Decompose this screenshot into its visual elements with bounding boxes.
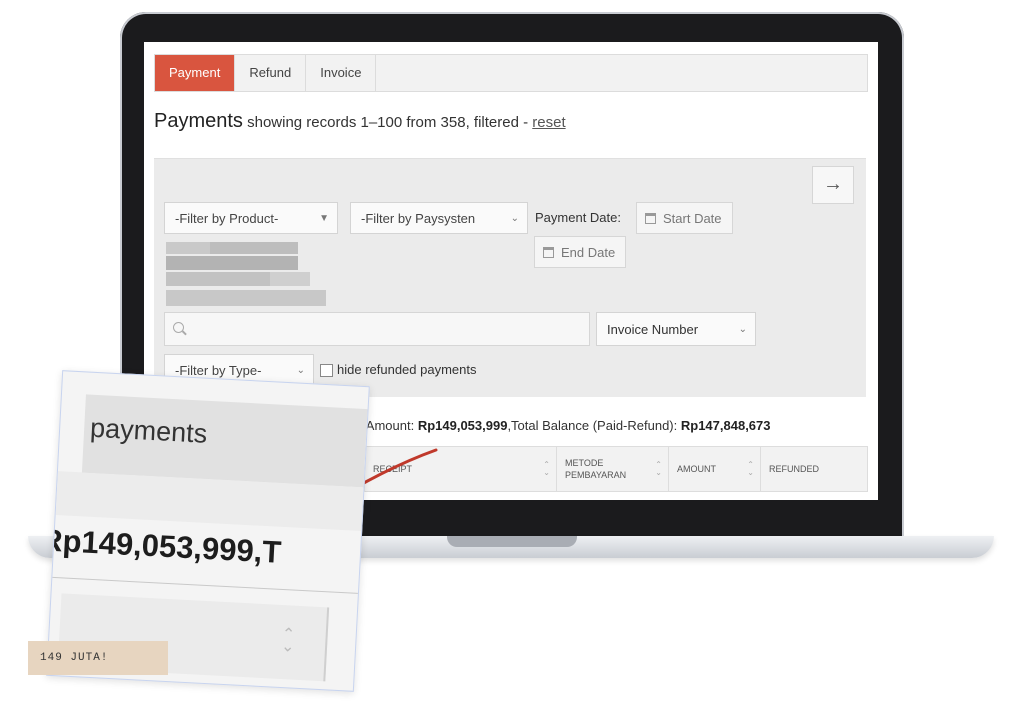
zoom-amount: Rp149,053,999,T	[46, 522, 283, 570]
jutta-tag: 149 JUTA!	[28, 641, 168, 675]
sort-icon: ⌃ ⌄	[280, 626, 296, 656]
zoom-divider	[52, 576, 358, 594]
zoom-word: payments	[89, 412, 208, 449]
